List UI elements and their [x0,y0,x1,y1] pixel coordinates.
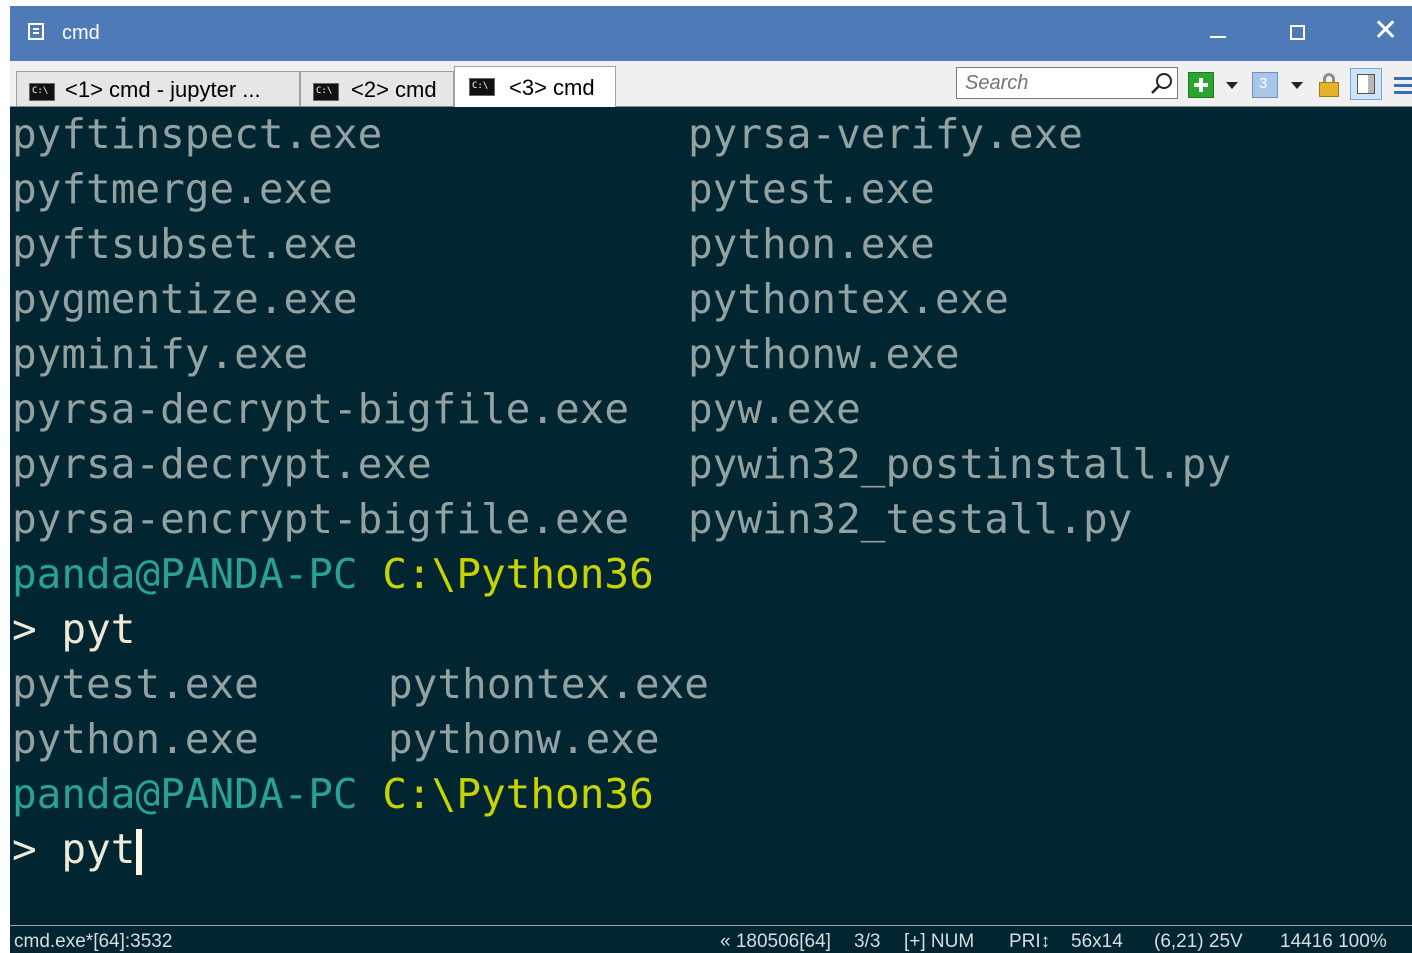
prompt-user: panda@PANDA-PC [12,770,358,818]
tab-label: <1> cmd - jupyter ... [65,77,261,102]
listing-row: pygmentize.exe pythontex.exe [12,275,1009,323]
command-line: > pyt [12,605,136,653]
status-priority[interactable]: PRI↕ [1009,931,1050,953]
tab-label: <2> cmd [351,77,437,102]
minimize-button[interactable] [1178,6,1258,61]
search-box[interactable] [956,67,1178,99]
dropdown-icon[interactable] [1226,82,1238,89]
listing-row: pyminify.exe pythonw.exe [12,330,960,378]
menu-icon[interactable] [1392,71,1412,99]
command-line[interactable]: > pyt [12,822,143,877]
close-button[interactable]: ✕ [1338,6,1412,61]
tab-3[interactable]: <3> cmd [454,66,616,107]
prompt-line: panda@PANDA-PC C:\Python36 [12,767,654,822]
status-cursor-pos[interactable]: (6,21) 25V [1154,931,1243,953]
window-title: cmd [62,22,100,44]
lock-icon[interactable] [1316,71,1342,99]
maximize-button[interactable] [1258,6,1338,61]
typed-command: pyt [61,605,136,653]
listing-row: python.exe pythonw.exe [12,715,660,763]
text-cursor [136,829,143,875]
tab-1[interactable]: <1> cmd - jupyter ... [16,71,300,106]
prompt-line: panda@PANDA-PC C:\Python36 [12,547,654,602]
panel-icon[interactable]: 3 [1252,72,1278,98]
listing-row: pyrsa-decrypt.exe pywin32_postinstall.py [12,440,1232,488]
title-bar[interactable]: cmd ✕ [10,6,1412,61]
conemu-window: cmd ✕ <1> cmd - jupyter ... <2> cmd <3> … [10,6,1412,953]
status-mode[interactable]: [+] NUM [904,931,974,953]
console-icon [313,83,339,101]
prompt-path: C:\Python36 [382,550,654,598]
prompt-path: C:\Python36 [382,770,654,818]
search-input[interactable] [965,71,1145,95]
search-icon[interactable] [1149,71,1175,97]
listing-row: pyftmerge.exe pytest.exe [12,165,935,213]
console-app-icon[interactable] [28,23,44,40]
minimize-icon [1210,36,1226,38]
split-view-icon[interactable] [1350,68,1382,100]
console-icon [469,78,495,96]
panel-number: 3 [1259,75,1268,92]
status-pid-zoom[interactable]: 14416 100% [1280,931,1387,953]
status-tab-index[interactable]: 3/3 [854,931,880,953]
status-build[interactable]: « 180506[64] [720,931,831,953]
status-size[interactable]: 56x14 [1071,931,1123,953]
maximize-icon [1290,25,1305,40]
tab-2[interactable]: <2> cmd [300,71,454,106]
status-bar: cmd.exe*[64]:3532 « 180506[64] 3/3 [+] N… [10,925,1412,953]
console-icon [29,83,55,101]
listing-row: pyrsa-decrypt-bigfile.exe pyw.exe [12,385,861,433]
listing-row: pyrsa-encrypt-bigfile.exe pywin32_testall… [12,495,1133,543]
console-output[interactable]: pyftinspect.exe pyrsa-verify.exe pyftmerg… [10,107,1412,925]
listing-row: pyftinspect.exe pyrsa-verify.exe [12,110,1083,158]
status-process[interactable]: cmd.exe*[64]:3532 [14,931,172,953]
listing-row: pyftsubset.exe python.exe [12,220,935,268]
dropdown-icon[interactable] [1291,82,1303,89]
prompt-user: panda@PANDA-PC [12,550,358,598]
listing-row: pytest.exe pythontex.exe [12,660,709,708]
tab-bar: <1> cmd - jupyter ... <2> cmd <3> cmd 3 [10,61,1412,107]
typed-command: pyt [61,825,136,873]
close-icon: ✕ [1373,13,1399,48]
tab-label: <3> cmd [509,75,595,100]
new-console-icon[interactable] [1188,72,1214,98]
